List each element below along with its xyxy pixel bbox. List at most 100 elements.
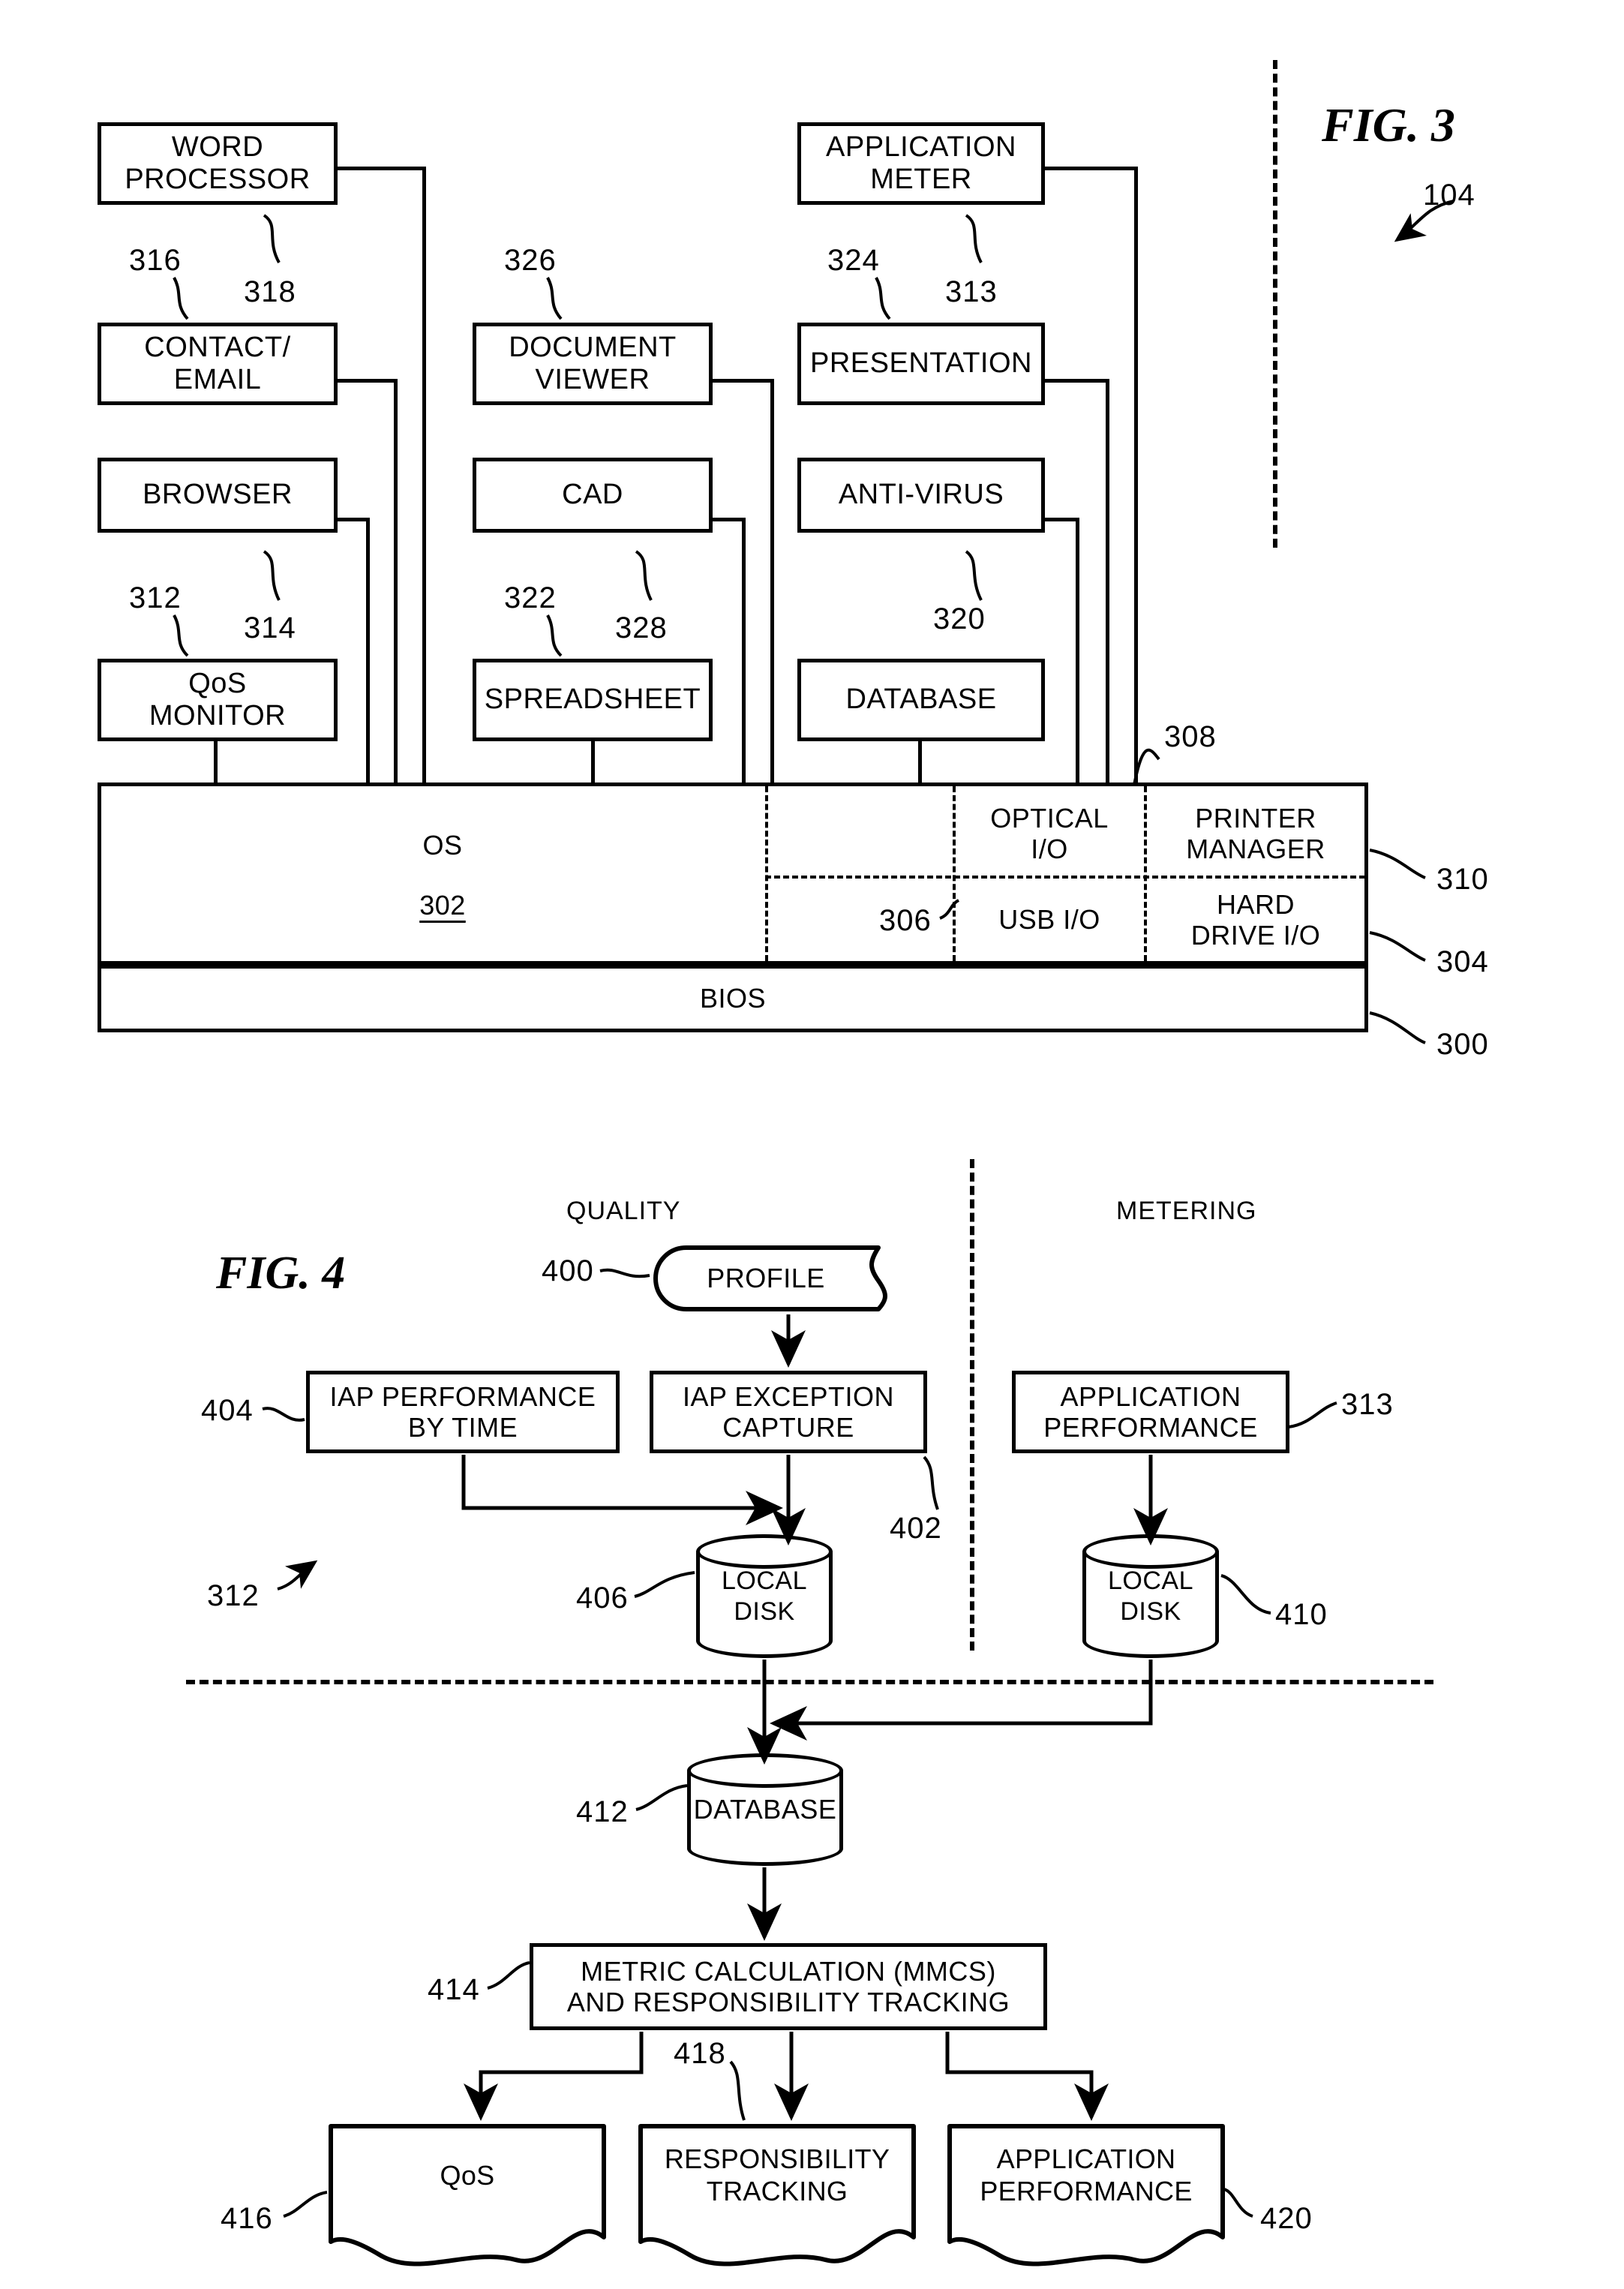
app-box-database: DATABASE — [797, 659, 1045, 741]
connector-document-viewer-h — [711, 379, 774, 383]
fig3-ref-308: 308 — [1164, 720, 1217, 753]
app-box-presentation: PRESENTATION — [797, 323, 1045, 405]
fig4-title: FIG. 4 — [216, 1248, 346, 1299]
fig4-node-profile: PROFILE — [653, 1245, 908, 1311]
connector-browser-v — [366, 518, 370, 784]
app-label-presentation: PRESENTATION — [810, 347, 1032, 380]
app-label-contact-email-line1: CONTACT/ — [144, 331, 291, 363]
leader-326 — [546, 277, 563, 320]
fig3-ref-316: 316 — [129, 244, 182, 277]
app-label-anti-virus: ANTI-VIRUS — [838, 479, 1004, 511]
leader-412 — [635, 1784, 688, 1811]
leader-420 — [1223, 2188, 1253, 2218]
fig4-node-metric-calculation-line1: METRIC CALCULATION (MMCS) — [581, 1955, 996, 1987]
fig4-ref-313: 313 — [1341, 1388, 1394, 1421]
fig3-ref-326: 326 — [504, 244, 557, 277]
os-ref-302: 302 — [419, 890, 466, 921]
flow-metering-disk-to-database — [770, 1660, 1153, 1741]
app-box-qos-monitor: QoS MONITOR — [98, 659, 338, 741]
fig4-column-header-quality: QUALITY — [566, 1197, 681, 1225]
app-label-application-meter-line2: METER — [870, 164, 972, 195]
leader-312 — [173, 614, 189, 657]
leader-416 — [283, 2191, 328, 2218]
fig4-output-application-performance-line1: APPLICATION — [996, 2143, 1176, 2175]
flow-metric-to-qos — [463, 2032, 644, 2121]
flow-metric-to-appperf — [945, 2032, 1109, 2121]
database-label-text: DATABASE — [693, 1794, 837, 1825]
app-label-browser: BROWSER — [143, 479, 293, 511]
app-label-qos-monitor-line2: MONITOR — [149, 700, 287, 731]
local-disk-quality-label: LOCAL DISK — [696, 1534, 833, 1658]
os-cell-optical-io: OPTICAL I/O — [956, 794, 1142, 873]
leader-318 — [263, 214, 281, 263]
os-cell-hard-drive-io-line1: HARD — [1216, 888, 1295, 920]
connector-cad-v — [742, 518, 746, 784]
fig4-ref-414: 414 — [428, 1973, 480, 2006]
fig3-ref-310: 310 — [1436, 863, 1489, 896]
fig3-ref-312: 312 — [129, 581, 182, 614]
fig4-local-server-divider-dashed — [186, 1680, 1433, 1684]
fig4-output-qos-text: QoS — [440, 2159, 495, 2191]
leader-406 — [634, 1571, 695, 1598]
fig3-ref-304: 304 — [1436, 945, 1489, 978]
connector-document-viewer-v — [770, 379, 774, 784]
flow-perf-by-time-to-disk — [461, 1455, 783, 1526]
fig3-ref-328: 328 — [615, 611, 668, 644]
database-label: DATABASE — [687, 1753, 843, 1866]
fig3-ref-313: 313 — [945, 275, 998, 308]
fig3-ref-306: 306 — [879, 904, 932, 937]
fig4-node-iap-exception-capture: IAP EXCEPTION CAPTURE — [650, 1371, 927, 1453]
connector-presentation-v — [1106, 379, 1109, 784]
patent-figure-sheet: FIG. 3 104 WORD PROCESSOR CONTACT/EMAIL B… — [0, 0, 1624, 2289]
connector-anti-virus-v — [1076, 518, 1079, 784]
os-cell-printer-manager-line1: PRINTER — [1195, 802, 1316, 834]
leader-304 — [1369, 931, 1426, 962]
fig4-node-profile-label: PROFILE — [707, 1263, 825, 1293]
app-label-qos-monitor-line1: QoS — [188, 667, 247, 699]
os-cell-usb-io: USB I/O — [956, 879, 1142, 961]
fig3-title: FIG. 3 — [1322, 98, 1455, 152]
os-cell-printer-manager-line2: MANAGER — [1186, 834, 1325, 864]
local-disk-quality-label-line1: LOCAL — [722, 1566, 807, 1595]
leader-313-fig4 — [1288, 1401, 1337, 1428]
fig4-output-responsibility-tracking-line2: TRACKING — [706, 2175, 848, 2206]
fig4-node-metric-calculation-line2: AND RESPONSIBILITY TRACKING — [566, 1987, 1010, 2017]
fig4-ref-406: 406 — [576, 1582, 629, 1615]
connector-qos-monitor-v — [214, 739, 218, 784]
fig4-output-responsibility-tracking: RESPONSIBILITY TRACKING — [638, 2123, 917, 2269]
fig3-ref-324: 324 — [827, 244, 880, 277]
app-label-spreadsheet: SPREADSHEET — [484, 683, 701, 716]
fig4-node-application-performance: APPLICATION PERFORMANCE — [1012, 1371, 1289, 1453]
fig4-ref-410: 410 — [1275, 1598, 1328, 1631]
leader-322 — [546, 614, 563, 657]
connector-application-meter-v — [1134, 167, 1138, 784]
leader-414 — [487, 1961, 530, 1990]
app-box-application-meter: APPLICATION METER — [797, 122, 1045, 205]
fig3-right-boundary-dashed-line — [1273, 60, 1277, 548]
fig4-column-header-metering: METERING — [1116, 1197, 1257, 1225]
connector-presentation-h — [1043, 379, 1109, 383]
fig4-node-metric-calculation: METRIC CALCULATION (MMCS) AND RESPONSIBI… — [530, 1943, 1047, 2030]
local-disk-metering-label-line1: LOCAL — [1108, 1566, 1193, 1595]
fig3-ref-104: 104 — [1423, 179, 1475, 212]
app-box-spreadsheet: SPREADSHEET — [473, 659, 713, 741]
fig4-output-qos: QoS — [328, 2123, 607, 2269]
fig4-ref-312: 312 — [207, 1579, 260, 1612]
leader-312-arrow-fig4 — [277, 1560, 318, 1591]
os-cell-hard-drive-io: HARD DRIVE I/O — [1148, 879, 1364, 961]
fig4-node-application-performance-line2: PERFORMANCE — [1043, 1412, 1258, 1443]
os-band-divider-3-dashed — [1144, 786, 1147, 961]
app-label-document-viewer-line1: DOCUMENT — [509, 331, 677, 363]
fig4-output-application-performance-label: APPLICATION PERFORMANCE — [947, 2123, 1226, 2228]
os-band-divider-1-dashed — [765, 786, 768, 961]
fig4-node-iap-performance-by-time: IAP PERFORMANCE BY TIME — [306, 1371, 620, 1453]
fig4-output-application-performance: APPLICATION PERFORMANCE — [947, 2123, 1226, 2269]
app-box-contact-email: CONTACT/EMAIL — [98, 323, 338, 405]
fig4-node-application-performance-line1: APPLICATION — [1060, 1380, 1241, 1412]
os-band-divider-2-dashed — [953, 786, 956, 961]
connector-spreadsheet-v — [591, 739, 595, 784]
fig4-ref-404: 404 — [201, 1394, 254, 1427]
leader-400 — [599, 1268, 650, 1278]
fig3-ref-320: 320 — [933, 602, 986, 635]
fig3-ref-318: 318 — [244, 275, 296, 308]
